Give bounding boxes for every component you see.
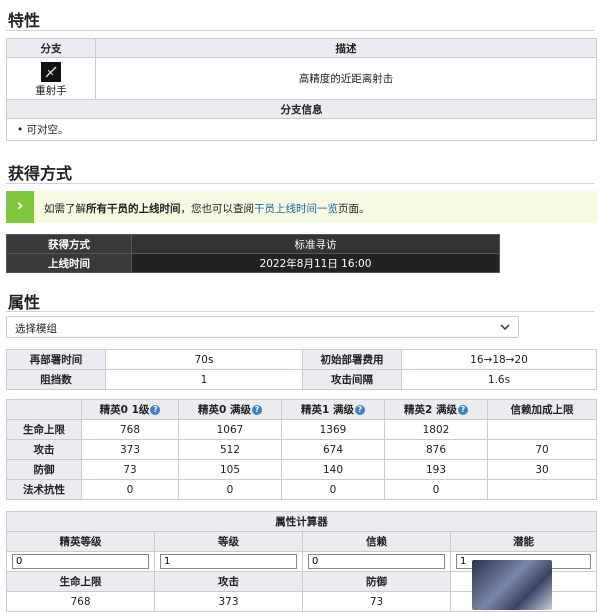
- notice-text-pre: 如需了解: [44, 203, 86, 215]
- level-stats-table: 精英0 1级? 精英0 满级? 精英1 满级? 精英2 满级? 信赖加成上限 生…: [6, 399, 597, 500]
- block-value: 1: [105, 369, 303, 390]
- branch-info-header: 分支信息: [6, 99, 597, 119]
- chevron-right-icon: ›: [6, 191, 34, 223]
- col-branch-header: 分支: [6, 38, 96, 58]
- acquire-method-label: 获得方式: [6, 234, 132, 254]
- help-icon[interactable]: ?: [150, 405, 161, 415]
- col-desc-header: 描述: [95, 38, 597, 58]
- deploy-cost-label: 初始部署费用: [302, 349, 402, 370]
- module-select-value: 选择模组: [15, 323, 57, 335]
- header-e1-max-label: 精英1 满级: [301, 404, 354, 416]
- def-e0-max: 105: [178, 459, 282, 480]
- acquire-method-value: 标准寻访: [131, 234, 500, 254]
- res-e0-lv1: 0: [81, 479, 179, 500]
- hp-e1-max: 1369: [281, 419, 385, 440]
- base-stats-table: 再部署时间 70s 初始部署费用 16→18→20 阻挡数 1 攻击间隔 1.6…: [6, 349, 597, 390]
- attack-interval-value: 1.6s: [401, 369, 597, 390]
- res-e0-max: 0: [178, 479, 282, 500]
- notice-text: 如需了解所有干员的上线时间，您也可以查阅干员上线时间一览页面。: [44, 201, 370, 216]
- section-title-traits: 特性: [8, 11, 41, 30]
- def-e1-max: 140: [281, 459, 385, 480]
- level-stats-corner: [6, 399, 82, 420]
- header-e0-lv1: 精英0 1级?: [81, 399, 179, 420]
- row-label-def: 防御: [6, 459, 82, 480]
- trust-input[interactable]: [308, 554, 445, 569]
- chevron-down-icon: [500, 324, 510, 331]
- help-icon[interactable]: ?: [354, 405, 365, 415]
- header-e0-max-label: 精英0 满级: [198, 404, 251, 416]
- section-divider: [6, 311, 594, 312]
- row-label-res: 法术抗性: [6, 479, 82, 500]
- online-time-list-link[interactable]: 干员上线时间一览: [254, 203, 338, 215]
- hp-e0-lv1: 768: [81, 419, 179, 440]
- calc-result-hp: 768: [6, 591, 155, 612]
- branch-description: 高精度的近距离射击: [95, 57, 597, 100]
- branch-name: 重射手: [35, 84, 67, 97]
- calc-result-def: 73: [302, 591, 451, 612]
- calc-result-label-def: 防御: [302, 571, 451, 592]
- header-e1-max: 精英1 满级?: [281, 399, 385, 420]
- redeploy-label: 再部署时间: [6, 349, 106, 370]
- def-e0-lv1: 73: [81, 459, 179, 480]
- calc-label-elite: 精英等级: [6, 531, 155, 552]
- res-e1-max: 0: [281, 479, 385, 500]
- module-select[interactable]: 选择模组: [6, 316, 519, 338]
- branch-cell[interactable]: 重射手: [6, 57, 96, 100]
- res-trust: [487, 479, 597, 500]
- atk-e2-max: 876: [384, 439, 488, 460]
- header-e2-max: 精英2 满级?: [384, 399, 488, 420]
- acquire-table: 获得方式 标准寻访 上线时间 2022年8月11日 16:00: [6, 234, 500, 273]
- calc-label-level: 等级: [154, 531, 303, 552]
- header-e0-max: 精英0 满级?: [178, 399, 282, 420]
- def-e2-max: 193: [384, 459, 488, 480]
- notice-text-bold: 所有干员的上线时间: [86, 203, 181, 215]
- level-input[interactable]: [160, 554, 297, 569]
- calc-result-atk: 373: [154, 591, 303, 612]
- branch-info-cell: • 可对空。: [6, 118, 597, 141]
- section-title-attributes: 属性: [8, 293, 41, 312]
- floating-thumbnail-image[interactable]: [472, 560, 552, 610]
- row-label-hp: 生命上限: [6, 419, 82, 440]
- elite-level-input[interactable]: [12, 554, 149, 569]
- redeploy-value: 70s: [105, 349, 303, 370]
- calc-label-potential: 潜能: [450, 531, 597, 552]
- atk-e1-max: 674: [281, 439, 385, 460]
- notice-box: › 如需了解所有干员的上线时间，您也可以查阅干员上线时间一览页面。: [6, 191, 597, 223]
- traits-table: 分支 描述 重射手 高精度的近距离射击 分支信息 • 可对空。: [6, 38, 597, 141]
- calc-result-label-hp: 生命上限: [6, 571, 155, 592]
- section-divider: [6, 30, 594, 31]
- hp-e0-max: 1067: [178, 419, 282, 440]
- section-divider: [6, 183, 594, 184]
- block-label: 阻挡数: [6, 369, 106, 390]
- section-title-acquire: 获得方式: [8, 164, 73, 183]
- branch-info-item: 可对空。: [26, 124, 69, 136]
- row-label-atk: 攻击: [6, 439, 82, 460]
- atk-e0-max: 512: [178, 439, 282, 460]
- atk-trust: 70: [487, 439, 597, 460]
- calculator-title: 属性计算器: [6, 511, 597, 532]
- deploy-cost-value: 16→18→20: [401, 349, 597, 370]
- attack-interval-label: 攻击间隔: [302, 369, 402, 390]
- calc-label-trust: 信赖: [302, 531, 451, 552]
- notice-text-post: 页面。: [338, 203, 370, 215]
- res-e2-max: 0: [384, 479, 488, 500]
- online-time-label: 上线时间: [6, 253, 132, 273]
- help-icon[interactable]: ?: [251, 405, 262, 415]
- bullet-icon: •: [17, 124, 24, 136]
- heavyshooter-branch-icon: [41, 61, 61, 82]
- header-e0-lv1-label: 精英0 1级: [99, 404, 150, 416]
- online-time-value: 2022年8月11日 16:00: [131, 253, 500, 273]
- hp-trust: [487, 419, 597, 440]
- notice-text-mid: ，您也可以查阅: [180, 203, 255, 215]
- def-trust: 30: [487, 459, 597, 480]
- header-e2-max-label: 精英2 满级: [404, 404, 457, 416]
- help-icon[interactable]: ?: [457, 405, 468, 415]
- atk-e0-lv1: 373: [81, 439, 179, 460]
- hp-e2-max: 1802: [384, 419, 488, 440]
- header-trust-bonus: 信赖加成上限: [487, 399, 597, 420]
- calc-result-label-atk: 攻击: [154, 571, 303, 592]
